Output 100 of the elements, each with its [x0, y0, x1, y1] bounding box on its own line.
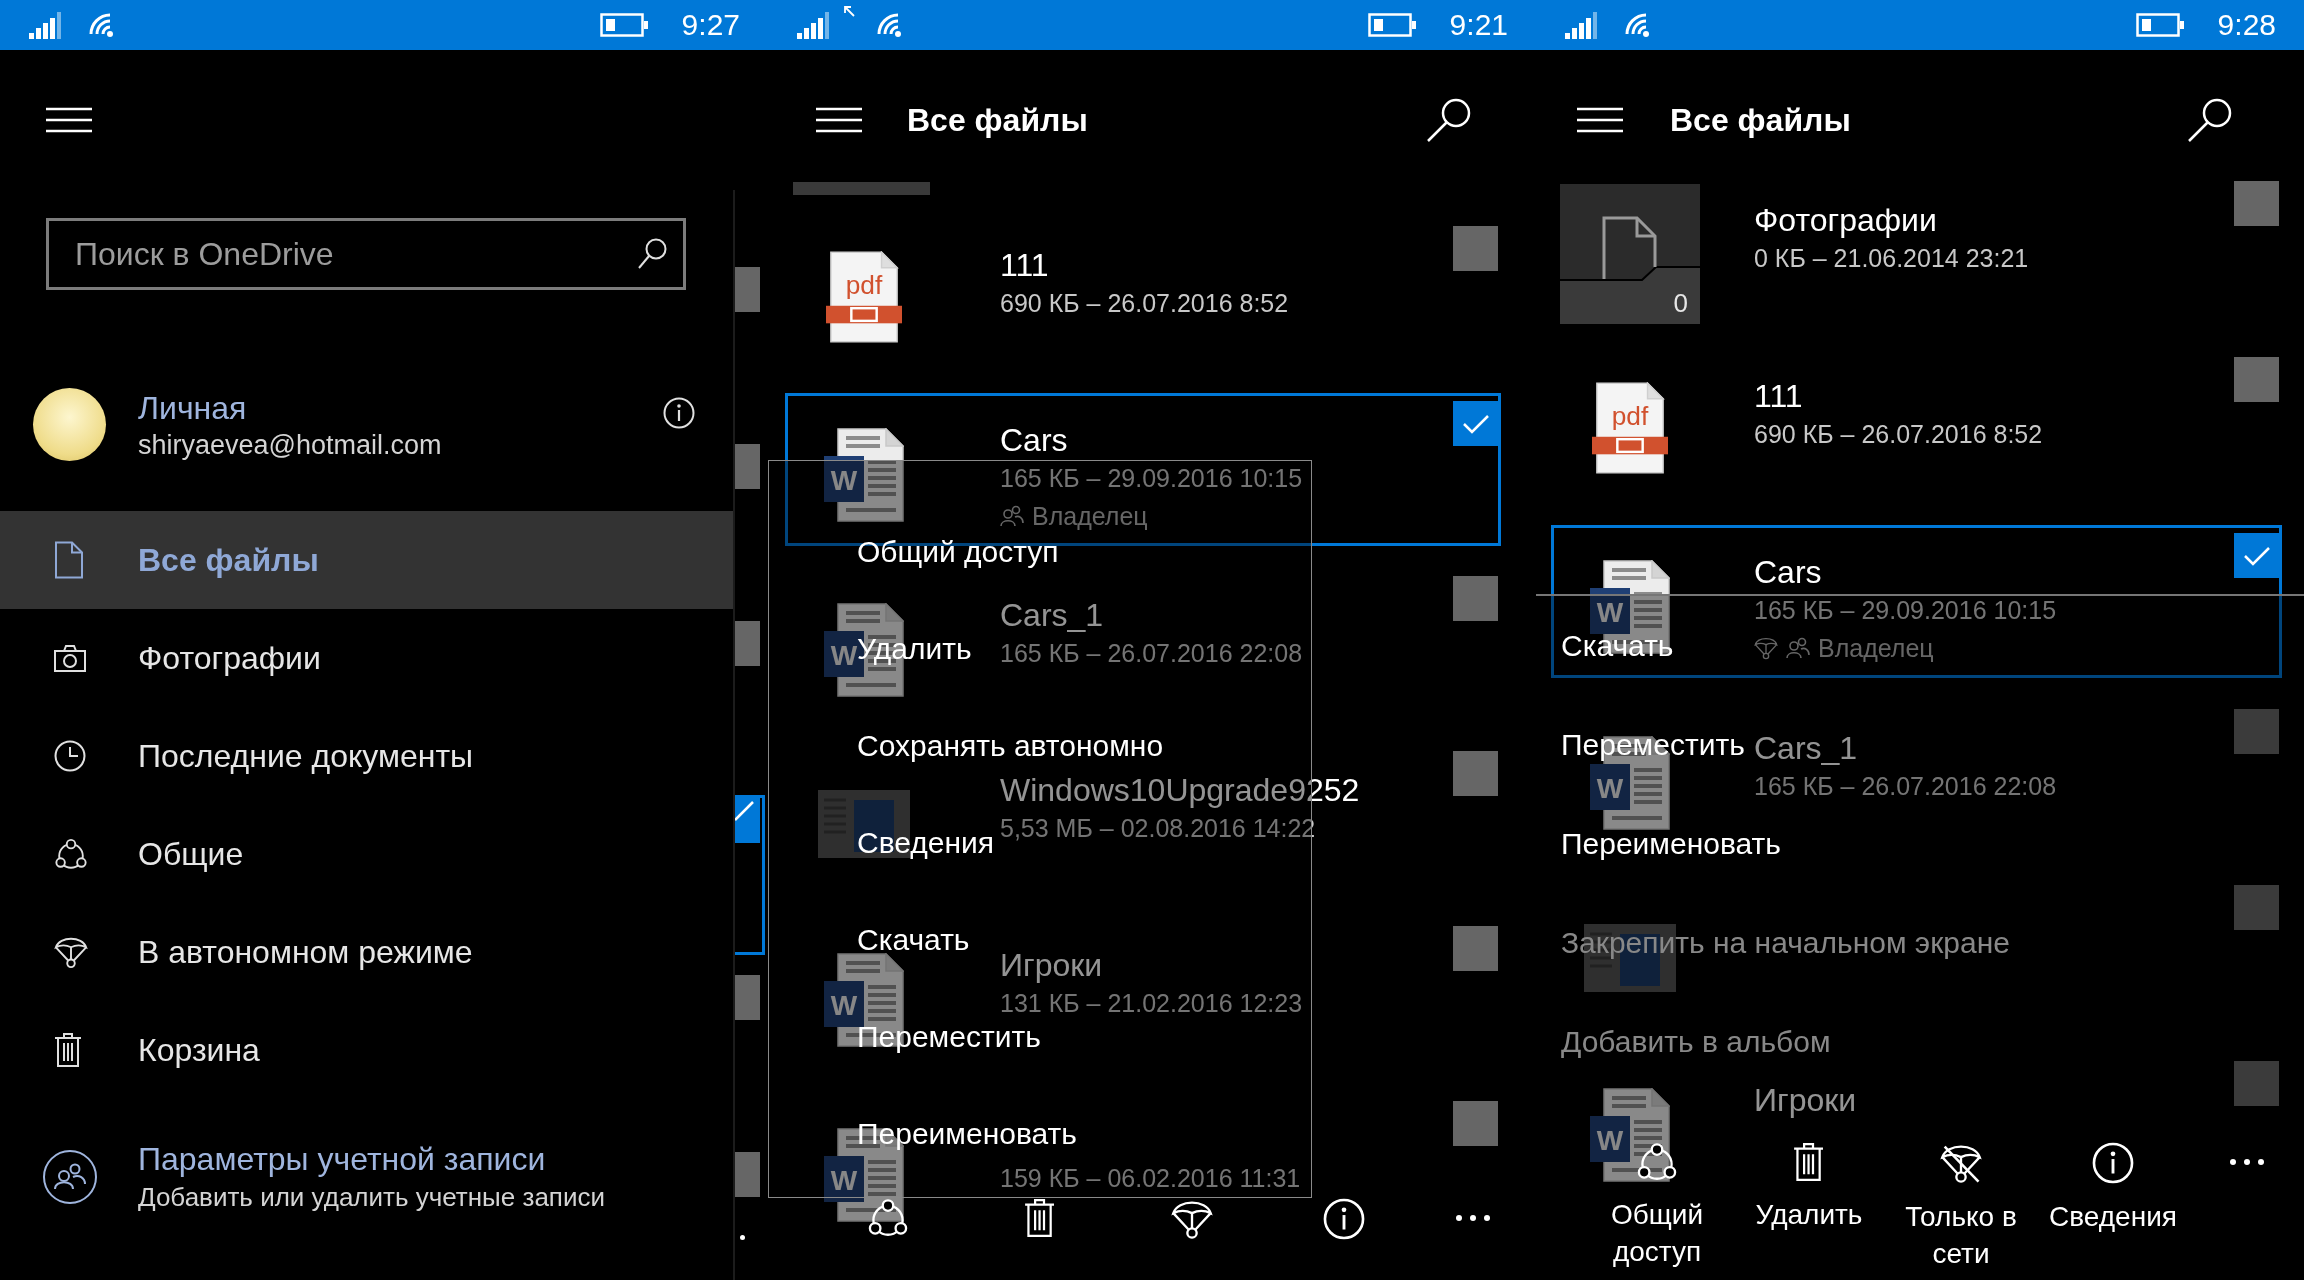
checkbox[interactable]	[1453, 926, 1498, 971]
checkbox[interactable]	[1453, 226, 1498, 271]
file-name: Игроки	[1000, 947, 1103, 983]
document-icon	[54, 541, 84, 579]
checkbox[interactable]	[2234, 533, 2279, 578]
clock-icon	[54, 740, 86, 772]
checkbox[interactable]	[2234, 1061, 2279, 1106]
check-icon	[735, 798, 755, 822]
file-details: 165 КБ – 29.09.2016 10:15	[1000, 464, 1303, 492]
file-name: 111	[1000, 247, 1049, 283]
account-settings-hint: Добавить или удалить учетные записи	[138, 1181, 605, 1214]
checkbox[interactable]	[2234, 885, 2279, 930]
menu-item[interactable]: Переместить	[857, 1019, 1041, 1054]
menu-item[interactable]: Сведения	[857, 825, 995, 860]
clock-time: 9:21	[1449, 8, 1508, 42]
file-name: Игроки	[1754, 1082, 1857, 1118]
file-details: 0 КБ – 21.06.2014 23:21	[1754, 244, 2029, 272]
checkbox[interactable]	[1453, 751, 1498, 796]
account-email: shiryaevea@hotmail.com	[138, 429, 442, 462]
info-button[interactable]	[1323, 1198, 1365, 1240]
signal-icon	[1565, 11, 1597, 39]
more-icon	[2228, 1158, 2265, 1166]
nav-item[interactable]: Последние документы	[0, 707, 733, 805]
people-icon	[1000, 505, 1024, 527]
nav-item[interactable]: Фотографии	[0, 609, 733, 707]
nav-item[interactable]: Все файлы	[0, 511, 733, 609]
file-name: Cars	[1754, 554, 1822, 590]
checkbox[interactable]	[735, 1152, 760, 1197]
menu-icon[interactable]	[1577, 107, 1623, 133]
file-name: Cars_1	[1000, 597, 1104, 633]
trash-icon	[54, 1032, 82, 1068]
item-count: 0	[1673, 288, 1688, 318]
checkbox[interactable]	[1453, 576, 1498, 621]
clock-time: 9:28	[2217, 8, 2276, 42]
signal-icon	[29, 11, 61, 39]
screen-title: Все файлы	[907, 101, 1088, 140]
search-icon[interactable]	[2186, 96, 2234, 144]
dot-icon	[740, 1235, 745, 1240]
file-details: 165 КБ – 29.09.2016 10:15	[1754, 596, 2057, 624]
checkbox[interactable]	[2234, 357, 2279, 402]
clock-time: 9:27	[681, 8, 740, 42]
nav-item[interactable]: В автономном режиме	[0, 903, 733, 1001]
file-name: Cars	[1000, 422, 1068, 458]
search-icon[interactable]	[1425, 96, 1473, 144]
file-details: 131 КБ – 21.02.2016 12:23	[1000, 989, 1303, 1017]
checkbox[interactable]	[735, 798, 760, 843]
trash-icon	[1793, 1142, 1825, 1182]
delete-button[interactable]	[1024, 1198, 1056, 1238]
search-field[interactable]: Поиск в OneDrive	[46, 218, 686, 290]
file-details: 165 КБ – 26.07.2016 22:08	[1000, 639, 1303, 667]
nav-item[interactable]: Корзина	[0, 1001, 733, 1099]
account-name: Личная	[138, 389, 247, 428]
checkbox[interactable]	[1453, 1101, 1498, 1146]
battery-icon	[599, 13, 648, 37]
nav-item[interactable]: Общие	[0, 805, 733, 903]
menu-item[interactable]: Сохранять автономно	[857, 728, 1164, 763]
checkbox[interactable]	[735, 975, 760, 1020]
trash-icon	[1024, 1198, 1056, 1238]
people-circle-icon	[42, 1149, 98, 1205]
menu-item[interactable]: Скачать	[1561, 628, 1674, 663]
file-details: 690 КБ – 26.07.2016 8:52	[1000, 289, 1289, 317]
file-name: Cars_1	[1754, 730, 1858, 766]
menu-icon[interactable]	[46, 107, 92, 133]
checkbox[interactable]	[735, 621, 760, 666]
parachute-icon	[54, 935, 88, 969]
checkbox[interactable]	[735, 444, 760, 489]
share-button[interactable]	[867, 1198, 909, 1238]
share-icon	[54, 837, 88, 871]
file-name: 111	[1754, 378, 1803, 414]
account-settings-link[interactable]: Параметры учетной записи	[138, 1139, 546, 1179]
screen-title: Все файлы	[1670, 101, 1851, 140]
file-row[interactable]	[735, 795, 765, 955]
menu-item[interactable]: Удалить	[857, 631, 972, 666]
info-icon[interactable]	[663, 397, 695, 429]
file-details: 165 КБ – 26.07.2016 22:08	[1754, 772, 2057, 800]
more-icon	[1454, 1214, 1491, 1222]
menu-item[interactable]: Переместить	[1561, 727, 1745, 762]
share-icon	[1636, 1142, 1678, 1182]
owner-label: Владелец	[1818, 634, 1934, 662]
checkbox[interactable]	[2234, 181, 2279, 226]
menu-icon[interactable]	[816, 107, 862, 133]
document-icon	[1602, 216, 1657, 279]
checkbox[interactable]	[1453, 401, 1498, 446]
file-details: 690 КБ – 26.07.2016 8:52	[1754, 420, 2043, 448]
signal-icon	[797, 11, 829, 39]
battery-icon	[2135, 13, 2184, 37]
menu-item[interactable]: Скачать	[857, 922, 970, 957]
owner-label: Владелец	[1032, 502, 1148, 530]
file-name: Фотографии	[1754, 202, 1937, 238]
info-button[interactable]: Сведения	[2049, 1142, 2177, 1235]
delete-button[interactable]: Удалить	[1755, 1142, 1863, 1233]
online-only-button[interactable]: Только в сети	[1888, 1142, 2034, 1272]
checkbox[interactable]	[2234, 709, 2279, 754]
share-icon	[867, 1198, 909, 1238]
menu-item[interactable]: Переименовать	[1561, 826, 1781, 861]
menu-item[interactable]: Переименовать	[857, 1116, 1077, 1151]
file-details: 159 КБ – 06.02.2016 11:31	[1000, 1164, 1301, 1192]
info-icon	[2092, 1142, 2134, 1184]
search-icon[interactable]	[637, 238, 667, 270]
checkbox[interactable]	[735, 267, 760, 312]
